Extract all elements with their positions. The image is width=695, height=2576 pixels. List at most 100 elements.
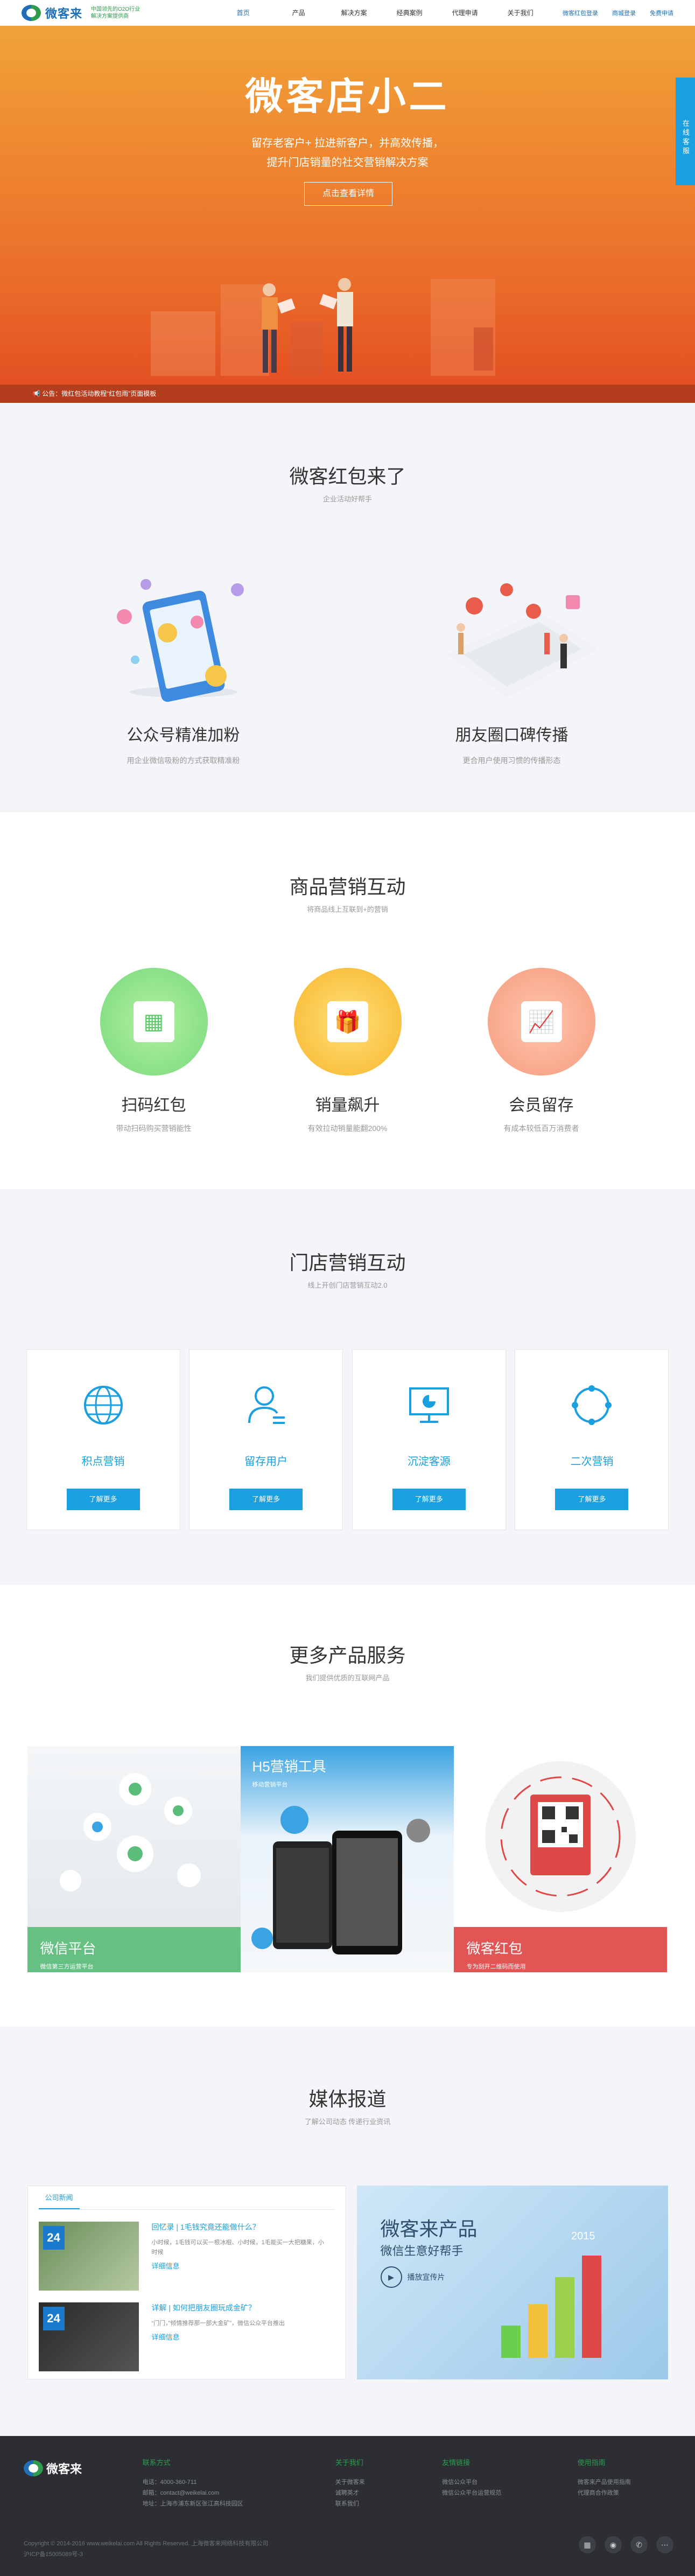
section-subtitle: 了解公司动态 传递行业资讯 (304, 2118, 391, 2126)
mall-login-link[interactable]: 商城登录 (612, 9, 636, 17)
feature-label: 公众号精准加粉 (127, 727, 240, 744)
nav-products[interactable]: 产品 (271, 0, 326, 26)
nav-agent[interactable]: 代理申请 (437, 0, 493, 26)
footer-line: 电话：4000-360-711 (142, 2479, 197, 2486)
card-label: 留存用户 (244, 1456, 288, 1468)
cycle-icon (572, 1385, 612, 1425)
play-label: 播放宣传片 (407, 2273, 445, 2281)
footer-link[interactable]: 微信公众平台运营规范 (442, 2488, 578, 2498)
online-service-tab[interactable]: 在线客服 (676, 78, 695, 185)
footer-link[interactable]: 代理商合作政策 (578, 2488, 671, 2498)
logo-text: 微客来 (45, 6, 83, 20)
hero-banner: 微客店小二 留存老客户+ 拉进新客户，并高效传播， 提升门店销量的社交营销解决方… (0, 26, 695, 403)
tab-company-news[interactable]: 公司新闻 (38, 2187, 80, 2209)
news-title[interactable]: 详解 | 如何把朋友圈玩成金矿？ (152, 2302, 329, 2313)
nav-cases[interactable]: 经典案例 (382, 0, 437, 26)
service-card: 积点营销 了解更多 (26, 1349, 180, 1530)
footer-link[interactable]: 微客来产品使用指南 (578, 2477, 671, 2488)
footer-line: 地址：上海市浦东新区张江高科技园区 (142, 2501, 243, 2507)
footer-logo[interactable]: 微客来 (24, 2458, 143, 2479)
announcement-text: 公告：微红包活动教程“红包雨”页面模板 (42, 390, 157, 397)
product-marketing-section: 商品营销互动 将商品线上互联到+的营销 ▦ 扫码红包 带动扫码购买营销能性 🎁 … (0, 812, 695, 1189)
h5-phones-illustration (251, 1806, 430, 1954)
feature-desc: 更合用户使用习惯的传播形态 (462, 756, 561, 765)
slogan-line: 中国领先的O2O行业 (91, 6, 141, 12)
footer-link[interactable]: 联系我们 (335, 2498, 442, 2509)
learn-more-button[interactable]: 了解更多 (229, 1489, 303, 1510)
section-subtitle: 线上开创门店营销互动2.0 (307, 1281, 388, 1289)
learn-more-button[interactable]: 了解更多 (392, 1489, 466, 1510)
announcement-bar[interactable]: 📢 公告：微红包活动教程“红包雨”页面模板 (0, 385, 695, 403)
qr-code-icon[interactable]: ▦ (579, 2536, 596, 2553)
h5-tools-card[interactable]: H5营销工具 移动营销平台 (240, 1746, 454, 1972)
feature-item: 朋友圈口碑传播 更合用户使用习惯的传播形态 (383, 574, 641, 766)
card-title: 微客红包 (466, 1940, 523, 1957)
social-spread-illustration (447, 583, 598, 697)
monitor-chart-icon (409, 1387, 449, 1423)
news-title[interactable]: 回忆录 | 1毛钱究竟还能做什么？ (152, 2222, 329, 2232)
logo-icon (22, 4, 41, 21)
promo-title: 微客来产品 (380, 2218, 478, 2240)
wechat-platform-card[interactable]: 微信平台 微信第三方运营平台 (27, 1746, 241, 1972)
hero-details-button[interactable]: 点击查看详情 (304, 182, 392, 206)
news-item[interactable]: 24 详解 | 如何把朋友圈玩成金矿？ “门门，”倾情推荐那一部大金矿”，微信公… (38, 2302, 335, 2371)
bar-graph-illustration: 2015 (501, 2230, 601, 2358)
logo-slogan: 中国领先的O2O行业 解决方案提供商 (91, 6, 140, 20)
section-title: 商品营销互动 (289, 876, 406, 898)
news-text: “门门，”倾情推荐那一部大金矿”，微信公众平台推出 (151, 2320, 285, 2327)
news-item[interactable]: 24 回忆录 | 1毛钱究竟还能做什么？ 小时候，1毛钱可以买一根冰棍、小时候，… (38, 2222, 335, 2291)
nav-home[interactable]: 首页 (215, 0, 271, 26)
footer-col-heading: 使用指南 (577, 2459, 606, 2467)
phone-followers-illustration (116, 579, 244, 702)
hero-subtitle: 留存老客户+ 拉进新客户，并高效传播， 提升门店销量的社交营销解决方案 (0, 134, 695, 172)
hero-subtitle-line: 留存老客户+ 拉进新客户，并高效传播， (251, 137, 444, 149)
gift-icon: 🎁 (293, 968, 402, 1076)
footer-col-heading: 联系方式 (142, 2459, 171, 2467)
promo-video-banner[interactable]: 2015 微客来产品 微信生意好帮手 ▶ 播放宣传片 (356, 2186, 668, 2379)
card-header: H5营销工具 移动营销平台 (241, 1746, 454, 1798)
feature-desc: 有效拉动销量能翻200% (307, 1124, 388, 1133)
nav-about[interactable]: 关于我们 (493, 0, 548, 26)
card-label: 二次营销 (570, 1456, 614, 1468)
redpacket-login-link[interactable]: 微客红包登录 (563, 9, 598, 17)
footer-link[interactable]: 诚聘英才 (335, 2488, 442, 2498)
learn-more-button[interactable]: 了解更多 (66, 1489, 140, 1510)
hero-title: 微客店小二 (245, 75, 450, 117)
hero-subtitle-line: 提升门店销量的社交营销解决方案 (266, 157, 429, 169)
feature-label: 扫码红包 (121, 1097, 186, 1114)
free-apply-link[interactable]: 免费申请 (650, 9, 673, 17)
card-label: 积点营销 (81, 1456, 125, 1468)
feature-desc: 用企业微信吸粉的方式获取精准粉 (127, 756, 240, 765)
learn-more-button[interactable]: 了解更多 (555, 1489, 629, 1510)
media-section: 媒体报道 了解公司动态 传递行业资讯 公司新闻 24 回忆录 | 1毛钱究竟还能… (0, 2027, 695, 2436)
nav-solutions[interactable]: 解决方案 (326, 0, 382, 26)
footer-line: 邮箱：contact@weikelai.com (142, 2490, 220, 2496)
redpacket-product-card[interactable]: 微客红包 专为刮开二维码而使用 (453, 1746, 667, 1972)
hero-illustration (151, 278, 495, 376)
section-subtitle: 企业活动好帮手 (322, 495, 372, 503)
card-subtitle: 移动营销平台 (252, 1782, 288, 1788)
more-icon[interactable]: ⋯ (656, 2536, 673, 2553)
news-thumbnail: 24 (38, 2302, 139, 2371)
news-more-link[interactable]: 详细信息 (152, 2260, 329, 2271)
wechat-icon[interactable]: ✆ (630, 2536, 648, 2553)
section-title: 微客红包来了 (289, 465, 406, 487)
feature-item: 📈 会员留存 有成本较低百万消费者 (461, 968, 622, 1134)
qr-code-icon: ▦ (100, 968, 208, 1076)
footer-link[interactable]: 微信公众平台 (442, 2477, 578, 2488)
footer-link[interactable]: 关于微客来 (335, 2477, 442, 2488)
news-more-link[interactable]: 详细信息 (152, 2331, 329, 2342)
copyright-text: Copyright © 2014-2016 www.weikelai.com A… (24, 2540, 269, 2547)
redpacket-qr-illustration (485, 1761, 636, 1912)
site-header: 微客来 中国领先的O2O行业 解决方案提供商 首页 产品 解决方案 经典案例 代… (0, 0, 695, 26)
footer-col-heading: 友情链接 (442, 2459, 471, 2467)
play-video-button[interactable]: ▶ 播放宣传片 (380, 2266, 445, 2288)
icp-text: 沪ICP备15005089号-3 (24, 2551, 83, 2558)
weibo-icon[interactable]: ◉ (605, 2536, 622, 2553)
user-icon (248, 1386, 285, 1424)
feature-label: 销量飙升 (315, 1097, 380, 1114)
footer-col-contact: 联系方式 电话：4000-360-711 邮箱：contact@weikelai… (143, 2458, 335, 2509)
header-links: 微客红包登录 商城登录 免费申请 (563, 9, 673, 17)
logo[interactable]: 微客来 中国领先的O2O行业 解决方案提供商 (22, 4, 140, 22)
news-panel: 公司新闻 24 回忆录 | 1毛钱究竟还能做什么？ 小时候，1毛钱可以买一根冰棍… (27, 2186, 346, 2379)
